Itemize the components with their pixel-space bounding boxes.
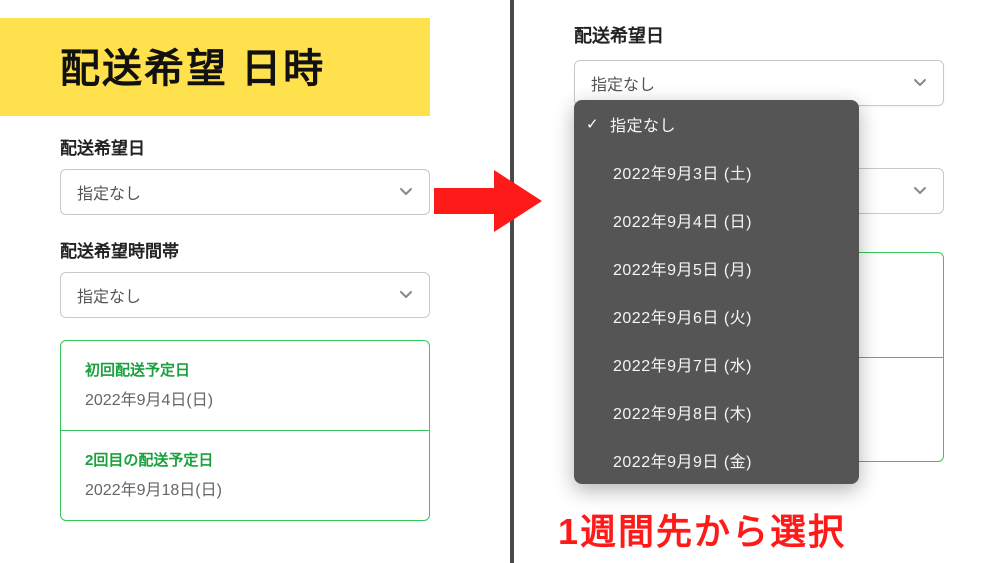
check-icon: ✓ [586,115,604,133]
dropdown-option-label: 2022年9月7日 (水) [613,352,752,376]
schedule-row-value: 2022年9月18日(日) [85,476,405,500]
dropdown-option[interactable]: 2022年9月5日 (月) [574,244,859,292]
schedule-row: 初回配送予定日 2022年9月4日(日) [61,341,429,431]
schedule-row-label: 初回配送予定日 [85,359,405,380]
dropdown-option[interactable]: 2022年9月7日 (水) [574,340,859,388]
schedule-row-value: 2022年9月4日(日) [85,386,405,410]
chevron-down-icon [913,76,927,90]
page-title: 配送希望 日時 [60,36,400,94]
delivery-date-label: 配送希望日 [574,22,956,48]
delivery-date-value: 指定なし [77,180,141,204]
chevron-down-icon [399,185,413,199]
dropdown-option[interactable]: 2022年9月9日 (金) [574,436,859,484]
dropdown-option-label: 2022年9月6日 (火) [613,304,752,328]
delivery-date-field: 配送希望日 指定なし [60,134,450,215]
dropdown-option-selected[interactable]: ✓ 指定なし [574,100,859,148]
dropdown-option-label: 2022年9月3日 (土) [613,160,752,184]
dropdown-option-label: 2022年9月4日 (日) [613,208,752,232]
delivery-time-label: 配送希望時間帯 [60,237,450,262]
delivery-time-value: 指定なし [77,283,141,307]
delivery-time-field: 配送希望時間帯 指定なし [60,237,450,318]
date-dropdown: ✓ 指定なし 2022年9月3日 (土) 2022年9月4日 (日) 2022年… [574,100,859,484]
schedule-row-label: 2回目の配送予定日 [85,449,405,470]
dropdown-option[interactable]: 2022年9月3日 (土) [574,148,859,196]
left-pane: 配送希望 日時 配送希望日 指定なし 配送希望時間帯 指定なし [0,0,510,563]
caption-text: 1週間先から選択 [558,503,846,555]
dropdown-option[interactable]: 2022年9月6日 (火) [574,292,859,340]
chevron-down-icon [399,288,413,302]
dropdown-option-label: 2022年9月5日 (月) [613,256,752,280]
dropdown-option[interactable]: 2022年9月8日 (木) [574,388,859,436]
dropdown-option-label: 2022年9月8日 (木) [613,400,752,424]
delivery-schedule-panel: 初回配送予定日 2022年9月4日(日) 2回目の配送予定日 2022年9月18… [60,340,430,521]
delivery-time-select[interactable]: 指定なし [60,272,430,318]
dropdown-option-label: 2022年9月9日 (金) [613,448,752,472]
dropdown-option-label: 指定なし [610,112,676,136]
title-banner: 配送希望 日時 [0,18,430,116]
arrow-icon [434,166,544,241]
delivery-date-value: 指定なし [591,71,655,95]
dropdown-option[interactable]: 2022年9月4日 (日) [574,196,859,244]
chevron-down-icon [913,184,927,198]
right-pane: 配送希望日 指定なし ✓ 指定なし [514,0,1000,563]
schedule-row: 2回目の配送予定日 2022年9月18日(日) [61,431,429,520]
delivery-date-select[interactable]: 指定なし [60,169,430,215]
delivery-date-label: 配送希望日 [60,134,450,159]
